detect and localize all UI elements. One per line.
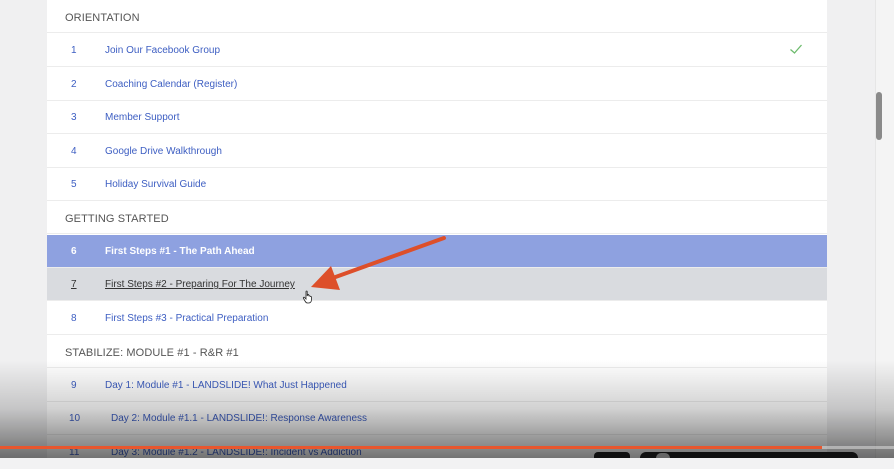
lesson-title[interactable]: Day 2: Module #1.1 - LANDSLIDE!: Respons… [111,413,367,424]
lesson-row[interactable]: 3 Member Support [47,101,827,134]
lesson-title[interactable]: Day 1: Module #1 - LANDSLIDE! What Just … [105,380,347,391]
lesson-title[interactable]: Google Drive Walkthrough [105,146,222,157]
lesson-row[interactable]: 9 Day 1: Module #1 - LANDSLIDE! What Jus… [47,369,827,402]
lesson-row[interactable]: 8 First Steps #3 - Practical Preparation [47,302,827,335]
lesson-number: 10 [69,413,81,424]
section-label: STABILIZE: MODULE #1 - R&R #1 [65,347,239,359]
section-label: ORIENTATION [65,12,140,24]
page-margin-right [827,0,875,458]
section-header-stabilize: STABILIZE: MODULE #1 - R&R #1 [47,335,827,368]
video-control-bar[interactable] [640,452,858,458]
lesson-row[interactable]: 5 Holiday Survival Guide [47,168,827,201]
section-header-getting-started: GETTING STARTED [47,201,827,234]
video-control-button[interactable] [594,452,630,458]
lesson-row[interactable]: 10 Day 2: Module #1.1 - LANDSLIDE!: Resp… [47,402,827,435]
lesson-number: 1 [71,45,77,56]
lesson-title[interactable]: First Steps #1 - The Path Ahead [105,246,255,257]
lesson-number: 3 [71,112,77,123]
lesson-title[interactable]: Holiday Survival Guide [105,179,206,190]
scrollbar-track[interactable] [875,0,894,458]
lesson-title[interactable]: Coaching Calendar (Register) [105,79,237,90]
hand-pointer-icon [302,290,312,304]
lesson-row-active[interactable]: 6 First Steps #1 - The Path Ahead [47,235,827,268]
lesson-row[interactable]: 2 Coaching Calendar (Register) [47,68,827,101]
section-label: GETTING STARTED [65,213,169,225]
page-margin-left [0,0,47,458]
video-progress-fill[interactable] [0,446,823,449]
lesson-number: 9 [71,380,77,391]
lesson-row[interactable]: 4 Google Drive Walkthrough [47,135,827,168]
lesson-title[interactable]: First Steps #3 - Practical Preparation [105,313,268,324]
lesson-number: 8 [71,313,77,324]
lesson-title[interactable]: Join Our Facebook Group [105,45,220,56]
lesson-number: 7 [71,279,77,290]
lesson-number: 2 [71,79,77,90]
scrollbar-thumb[interactable] [876,92,882,140]
lesson-row-hover[interactable]: 7 First Steps #2 - Preparing For The Jou… [47,268,827,301]
lesson-title[interactable]: First Steps #2 - Preparing For The Journ… [105,279,295,290]
check-icon [790,44,802,54]
course-syllabus-panel: ORIENTATION 1 Join Our Facebook Group 2 … [47,0,827,458]
video-control-avatar [656,453,670,458]
lesson-number: 4 [71,146,77,157]
lesson-title[interactable]: Member Support [105,112,179,123]
lesson-number: 5 [71,179,77,190]
lesson-row[interactable]: 1 Join Our Facebook Group [47,34,827,67]
section-header-orientation: ORIENTATION [47,0,827,33]
lesson-number: 6 [71,246,77,257]
